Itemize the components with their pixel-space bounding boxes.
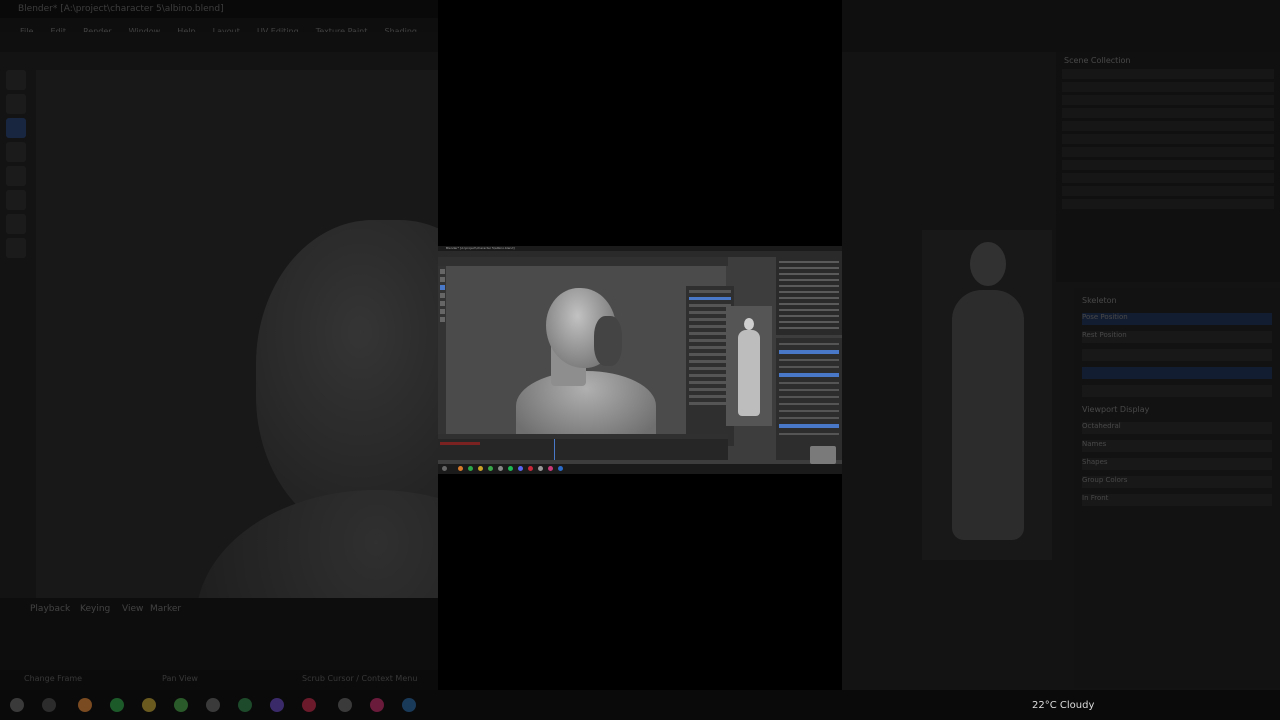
thumb-figure-body (738, 330, 760, 416)
thumb-webcam-overlay (810, 446, 836, 464)
properties-panel[interactable]: Skeleton Pose Position Rest Position Vie… (1074, 288, 1280, 688)
status-left: Change Frame (24, 674, 83, 683)
status-right: Scrub Cursor / Context Menu (302, 674, 418, 683)
search-icon[interactable] (42, 698, 56, 712)
blender-taskbar-icon[interactable] (78, 698, 92, 712)
start-icon[interactable] (10, 698, 24, 712)
figure-head (970, 242, 1006, 286)
right-header (842, 0, 1280, 52)
thumb-transform-icon[interactable] (439, 309, 445, 314)
viewport-3d[interactable] (36, 70, 438, 720)
window-title: Blender* [A:\project\character 5\albino.… (0, 0, 438, 18)
timeline-playback[interactable]: Playback (30, 604, 70, 614)
thumb-move-icon[interactable] (439, 285, 445, 290)
blender-screen-thumbnail: Blender* [A:\project\character 5\albino.… (438, 246, 842, 474)
move-tool-icon[interactable] (6, 118, 26, 138)
chrome-icon[interactable] (174, 698, 188, 712)
app-icon-green[interactable] (110, 698, 124, 712)
reference-viewport[interactable] (922, 230, 1052, 560)
show-in-front[interactable]: In Front (1082, 494, 1272, 506)
thumb-properties-panel[interactable] (776, 338, 842, 460)
background-right-panel: Scene Collection Skeleton Pose Position … (842, 0, 1280, 720)
menu-bar: File Edit Render Window Help Layout UV E… (0, 18, 438, 36)
thumbnail-viewport-header (438, 257, 728, 266)
timeline-view[interactable]: View (122, 604, 143, 614)
outliner-title: Scene Collection (1064, 56, 1131, 65)
timeline-keying[interactable]: Keying (80, 604, 110, 614)
outliner[interactable]: Scene Collection (1056, 52, 1280, 282)
annotate-tool-icon[interactable] (6, 214, 26, 234)
props-section-title: Skeleton (1082, 296, 1117, 305)
app-icon-box[interactable] (338, 698, 352, 712)
thumb-character-face (594, 316, 622, 366)
thumb-figure-head (744, 318, 754, 330)
rotate-tool-icon[interactable] (6, 142, 26, 162)
scale-tool-icon[interactable] (6, 166, 26, 186)
status-mid: Pan View (162, 674, 198, 683)
thumb-reference-viewport[interactable] (726, 306, 772, 426)
viewport-display-title: Viewport Display (1082, 405, 1150, 414)
status-bar: Change Frame Pan View Scrub Cursor / Con… (0, 670, 438, 690)
discord-icon[interactable] (270, 698, 284, 712)
app-icon-pink[interactable] (370, 698, 384, 712)
thumbnail-tool-column (438, 266, 446, 434)
pose-position-button[interactable]: Pose Position (1082, 313, 1272, 325)
weather-label: 22°C Cloudy (1032, 700, 1095, 711)
app-icon-red[interactable] (302, 698, 316, 712)
thumb-taskbar (438, 464, 842, 474)
thumb-annotate-icon[interactable] (439, 317, 445, 322)
display-as-select[interactable]: Octahedral (1082, 422, 1272, 434)
thumb-timeline-header (438, 434, 728, 439)
thumb-character-shoulders (516, 371, 656, 441)
tool-column (6, 70, 32, 262)
transform-tool-icon[interactable] (6, 190, 26, 210)
thumb-frame-cursor[interactable] (554, 439, 555, 460)
thumb-rotate-icon[interactable] (439, 293, 445, 298)
thumb-keyframe-track (440, 442, 480, 445)
thumb-timeline[interactable] (438, 434, 728, 460)
timeline-marker[interactable]: Marker (150, 604, 181, 614)
viewport-header (0, 32, 438, 52)
rest-position-button[interactable]: Rest Position (1082, 331, 1272, 343)
thumbnail-viewport[interactable] (446, 266, 734, 446)
thumb-select-icon[interactable] (439, 277, 445, 282)
thumb-scale-icon[interactable] (439, 301, 445, 306)
folder-icon[interactable] (142, 698, 156, 712)
app-icon-gray[interactable] (206, 698, 220, 712)
spotify-icon[interactable] (238, 698, 252, 712)
show-shapes[interactable]: Shapes (1082, 458, 1272, 470)
figure-body (952, 290, 1024, 540)
show-group-colors[interactable]: Group Colors (1082, 476, 1272, 488)
measure-tool-icon[interactable] (6, 238, 26, 258)
thumb-cursor-icon[interactable] (439, 269, 445, 274)
select-tool-icon[interactable] (6, 94, 26, 114)
timeline[interactable]: Playback Keying View Marker (0, 598, 438, 670)
app-icon-blue[interactable] (402, 698, 416, 712)
cursor-tool-icon[interactable] (6, 70, 26, 90)
thumb-outliner[interactable] (776, 257, 842, 335)
show-names[interactable]: Names (1082, 440, 1272, 452)
background-left-panel: Blender* [A:\project\character 5\albino.… (0, 0, 438, 720)
